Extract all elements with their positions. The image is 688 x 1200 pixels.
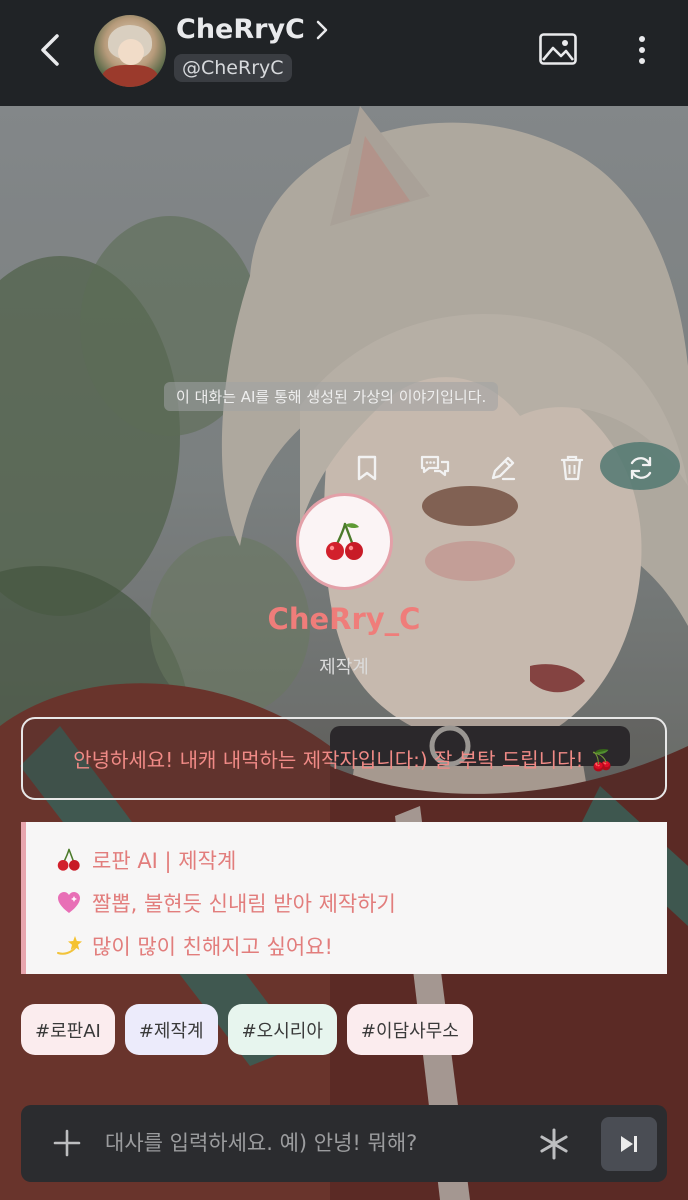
creator-role: 제작계	[319, 657, 369, 678]
profile-name-link[interactable]: CheRryC	[176, 14, 329, 45]
tag-list: #로판AI #제작계 #오시리아 #이담사무소	[21, 1004, 473, 1055]
chevron-right-icon	[316, 20, 328, 39]
avatar-face	[118, 39, 144, 65]
message-input[interactable]	[105, 1123, 525, 1163]
chat-header: CheRryC @CheRryC	[0, 0, 688, 106]
send-button[interactable]	[601, 1117, 657, 1171]
add-attachment-button[interactable]	[51, 1127, 83, 1159]
regenerate-button[interactable]	[624, 450, 658, 486]
bookmark-icon	[357, 455, 377, 481]
back-button[interactable]	[30, 30, 70, 70]
avatar-body	[102, 65, 158, 87]
profile-name: CheRryC	[176, 14, 305, 45]
chat-bubbles-icon	[420, 455, 450, 477]
avatar[interactable]	[94, 15, 166, 87]
cherry-icon	[56, 847, 82, 873]
message-composer	[21, 1105, 667, 1182]
tag-chip[interactable]: #오시리아	[227, 1004, 337, 1055]
creator-intro-card: 로판 AI | 제작계 짤뽑, 불현듯 신내림 받아 제작하기 많이 많이 친해…	[21, 822, 667, 974]
profile-handle: @CheRryC	[174, 54, 292, 82]
intro-line-text: 로판 AI | 제작계	[92, 848, 237, 873]
tag-chip[interactable]: #이담사무소	[346, 1004, 473, 1055]
pencil-icon	[491, 456, 516, 481]
chat-button[interactable]	[418, 450, 452, 486]
creator-name: CheRry_C	[267, 602, 421, 636]
message-action-bar	[350, 450, 670, 486]
bookmark-button[interactable]	[350, 450, 384, 486]
chevron-left-icon	[41, 34, 59, 66]
plus-icon	[53, 1129, 81, 1157]
ai-disclaimer: 이 대화는 AI를 통해 생성된 가상의 이야기입니다.	[164, 382, 499, 411]
intro-line-text: 짤뽑, 불현듯 신내림 받아 제작하기	[92, 891, 396, 916]
greeting-message: 안녕하세요! 내캐 내먹하는 제작자입니다:) 잘 부탁 드립니다! 🍒	[21, 717, 667, 800]
dizzy-star-icon	[56, 933, 82, 959]
intro-line: 많이 많이 친해지고 싶어요!	[56, 924, 667, 967]
trash-icon	[560, 455, 584, 481]
narration-button[interactable]	[537, 1127, 571, 1161]
delete-button[interactable]	[555, 450, 589, 486]
tag-chip[interactable]: #로판AI	[21, 1004, 115, 1055]
image-icon	[539, 33, 577, 65]
more-button[interactable]	[628, 30, 656, 70]
greeting-text: 안녕하세요! 내캐 내먹하는 제작자입니다:) 잘 부탁 드립니다! 🍒	[73, 748, 615, 772]
tag-chip[interactable]: #제작계	[124, 1004, 218, 1055]
sparkling-heart-icon	[56, 890, 82, 916]
intro-line: 로판 AI | 제작계	[56, 838, 667, 881]
edit-button[interactable]	[486, 450, 520, 486]
cherry-icon	[325, 522, 363, 560]
creator-avatar[interactable]	[296, 493, 393, 590]
intro-line: 짤뽑, 불현듯 신내림 받아 제작하기	[56, 881, 667, 924]
skip-next-icon	[621, 1136, 637, 1152]
more-vertical-icon	[639, 36, 645, 64]
asterisk-icon	[540, 1128, 568, 1160]
refresh-icon	[630, 456, 652, 480]
image-button[interactable]	[538, 32, 578, 68]
intro-line-text: 많이 많이 친해지고 싶어요!	[92, 934, 333, 959]
